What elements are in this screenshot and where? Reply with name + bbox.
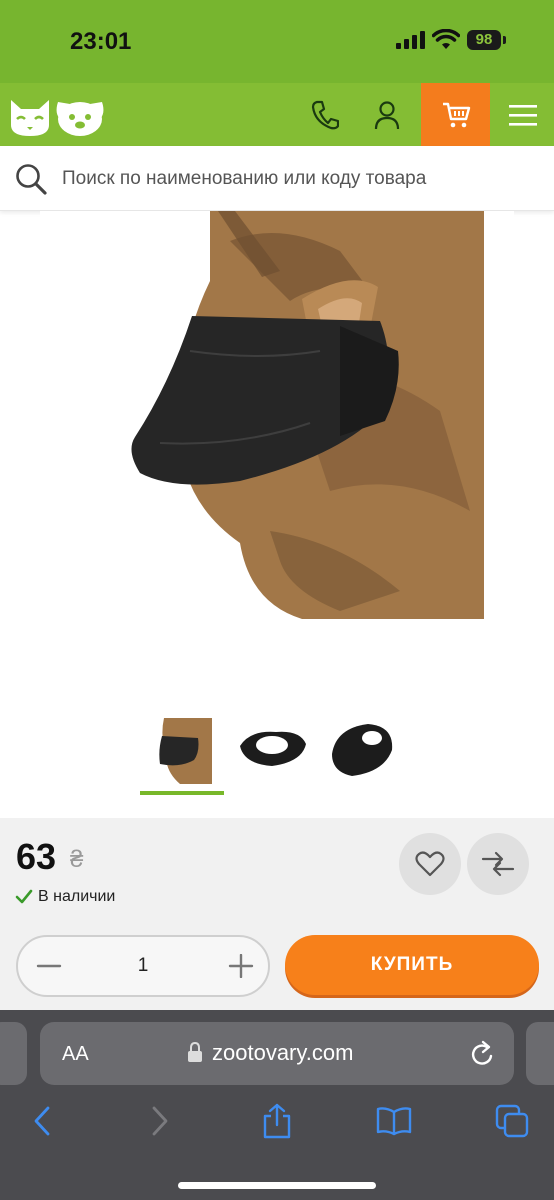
thumbnail-1[interactable]: [140, 712, 224, 794]
tabs-icon: [495, 1104, 529, 1138]
forward-button[interactable]: [140, 1103, 180, 1139]
bookmarks-icon: [376, 1107, 412, 1136]
check-icon: [15, 889, 33, 904]
stock-status: В наличии: [38, 888, 116, 905]
buy-button[interactable]: КУПИТЬ: [285, 935, 539, 995]
back-icon: [34, 1106, 50, 1136]
status-time: 23:01: [70, 28, 132, 55]
selected-thumbnail-indicator: [140, 791, 224, 795]
favorite-button[interactable]: [399, 833, 461, 895]
reload-icon[interactable]: [470, 1040, 496, 1068]
address-bar[interactable]: AA zootovary.com: [40, 1022, 514, 1085]
text-size-label: AA: [62, 1043, 89, 1065]
dog-logo-icon: [56, 102, 104, 136]
battery-cap: [503, 36, 506, 44]
currency-symbol: ₴: [70, 846, 84, 873]
phone-icon: [311, 100, 339, 129]
site-logo[interactable]: [8, 92, 106, 138]
share-button[interactable]: [257, 1103, 297, 1139]
compare-icon: [481, 851, 515, 877]
back-button[interactable]: [22, 1103, 62, 1139]
share-icon: [263, 1103, 291, 1139]
menu-icon: [509, 104, 537, 126]
thumbnail-3[interactable]: [320, 712, 404, 794]
thumbnail-2[interactable]: [230, 712, 314, 794]
quantity-stepper: 1: [16, 935, 270, 997]
status-bar: 23:01 98: [0, 0, 554, 83]
product-price: 63: [16, 836, 57, 877]
bookmarks-button[interactable]: [374, 1103, 414, 1139]
account-button[interactable]: [355, 83, 419, 146]
phone-button[interactable]: [293, 83, 357, 146]
lock-icon: [188, 1042, 202, 1062]
next-tab-peek[interactable]: [526, 1022, 554, 1085]
cat-logo-icon: [11, 100, 49, 136]
home-indicator: [178, 1182, 376, 1189]
site-header: [0, 83, 554, 146]
user-icon: [374, 100, 400, 129]
cart-icon: [442, 102, 470, 127]
signal-icon: [396, 31, 425, 49]
battery-icon: 98: [467, 30, 501, 50]
url-text: zootovary.com: [212, 1040, 354, 1065]
compare-button[interactable]: [467, 833, 529, 895]
plus-icon[interactable]: [228, 954, 254, 978]
thumbnail-strip: [0, 712, 554, 802]
search-bar[interactable]: Поиск по наименованию или коду товара: [0, 146, 554, 211]
product-image[interactable]: [40, 211, 514, 691]
tabs-button[interactable]: [492, 1103, 532, 1139]
text-size-button[interactable]: AA: [62, 1043, 89, 1066]
search-input[interactable]: Поиск по наименованию или коду товара: [62, 168, 426, 190]
previous-tab-peek[interactable]: [0, 1022, 27, 1085]
menu-button[interactable]: [491, 83, 554, 146]
heart-icon: [415, 851, 445, 877]
wifi-icon: [432, 29, 460, 49]
forward-icon: [152, 1106, 168, 1136]
cart-button[interactable]: [421, 83, 490, 146]
search-icon: [16, 164, 47, 195]
